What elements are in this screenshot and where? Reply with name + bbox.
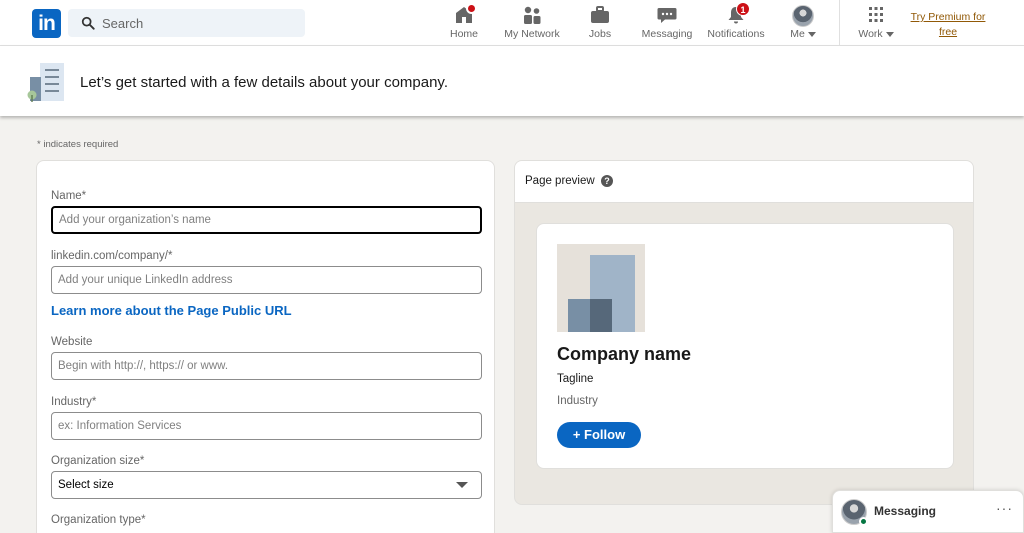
nav-jobs[interactable]: Jobs xyxy=(585,5,615,43)
page-title: Let’s get started with a few details abo… xyxy=(80,74,448,91)
nav-messaging[interactable]: Messaging xyxy=(641,5,693,43)
preview-title: Page preview xyxy=(525,175,595,187)
website-input[interactable] xyxy=(51,352,482,380)
bell-icon: 1 xyxy=(725,2,750,25)
help-icon[interactable]: ? xyxy=(601,175,613,187)
nav-work-label-wrap: Work xyxy=(856,28,896,40)
chevron-down-icon xyxy=(807,31,816,37)
nav-notifications[interactable]: 1 Notifications xyxy=(706,2,766,43)
search-icon xyxy=(81,16,95,30)
company-industry: Industry xyxy=(557,395,598,407)
nav-home[interactable]: Home xyxy=(447,3,481,43)
type-label: Organization type* xyxy=(51,514,146,526)
size-select[interactable]: Select size xyxy=(51,471,482,499)
url-input[interactable] xyxy=(51,266,482,294)
messaging-label: Messaging xyxy=(874,504,937,518)
more-options-icon[interactable]: ··· xyxy=(996,500,1013,516)
name-label: Name* xyxy=(51,190,87,202)
name-input[interactable] xyxy=(51,206,482,234)
learn-more-link[interactable]: Learn more about the Page Public URL xyxy=(51,303,292,318)
nav-my-network-label: My Network xyxy=(504,28,560,40)
search-input[interactable] xyxy=(102,9,297,37)
avatar xyxy=(792,5,814,27)
chevron-down-icon xyxy=(456,482,468,488)
home-notification-dot xyxy=(466,3,477,14)
grid-icon xyxy=(865,5,887,25)
nav-jobs-label: Jobs xyxy=(588,28,612,40)
premium-line1: Try Premium for xyxy=(910,11,986,23)
required-note: * indicates required xyxy=(37,139,119,150)
briefcase-icon xyxy=(589,5,611,25)
online-status-dot xyxy=(859,517,868,526)
company-form-card: Name* linkedin.com/company/* Learn more … xyxy=(36,160,495,533)
notification-badge: 1 xyxy=(736,2,750,16)
premium-line2: free xyxy=(938,26,958,38)
company-tagline: Tagline xyxy=(557,373,594,385)
website-label: Website xyxy=(51,336,93,348)
company-logo-icon xyxy=(568,255,635,332)
messaging-icon xyxy=(656,5,678,25)
company-name: Company name xyxy=(557,344,692,364)
profile-avatar xyxy=(792,5,814,27)
nav-me[interactable]: Me xyxy=(787,5,819,43)
size-select-value: Select size xyxy=(58,479,114,491)
page-header: Let’s get started with a few details abo… xyxy=(0,46,1024,116)
nav-home-label: Home xyxy=(449,28,478,40)
company-building-icon xyxy=(27,63,64,102)
messaging-avatar xyxy=(841,499,868,526)
company-logo-placeholder xyxy=(557,244,645,332)
home-icon xyxy=(453,3,477,25)
nav-me-label: Me xyxy=(790,28,805,40)
nav-notifications-label: Notifications xyxy=(707,28,765,40)
nav-work-label: Work xyxy=(858,28,883,40)
preview-header: Page preview ? xyxy=(515,161,973,203)
industry-label: Industry* xyxy=(51,396,97,408)
nav-messaging-label: Messaging xyxy=(641,28,693,40)
nav-divider xyxy=(839,0,840,46)
chevron-down-icon xyxy=(885,31,894,37)
messaging-overlay[interactable]: Messaging ··· xyxy=(832,490,1024,533)
search-box[interactable] xyxy=(68,9,305,37)
top-nav: in Home My Network Jobs xyxy=(0,0,1024,46)
industry-input[interactable] xyxy=(51,412,482,440)
page-preview-card: Page preview ? Company name Tagline Indu… xyxy=(514,160,974,505)
nav-my-network[interactable]: My Network xyxy=(500,5,564,43)
nav-work[interactable]: Work xyxy=(856,5,896,43)
nav-me-label-wrap: Me xyxy=(787,28,819,40)
follow-button[interactable]: + Follow xyxy=(557,422,641,448)
size-label: Organization size* xyxy=(51,455,145,467)
preview-company-card: Company name Tagline Industry + Follow xyxy=(536,223,954,469)
network-icon xyxy=(521,5,543,25)
try-premium-link[interactable]: Try Premium for free xyxy=(905,10,991,40)
url-label: linkedin.com/company/* xyxy=(51,250,173,262)
linkedin-logo[interactable]: in xyxy=(32,9,61,38)
